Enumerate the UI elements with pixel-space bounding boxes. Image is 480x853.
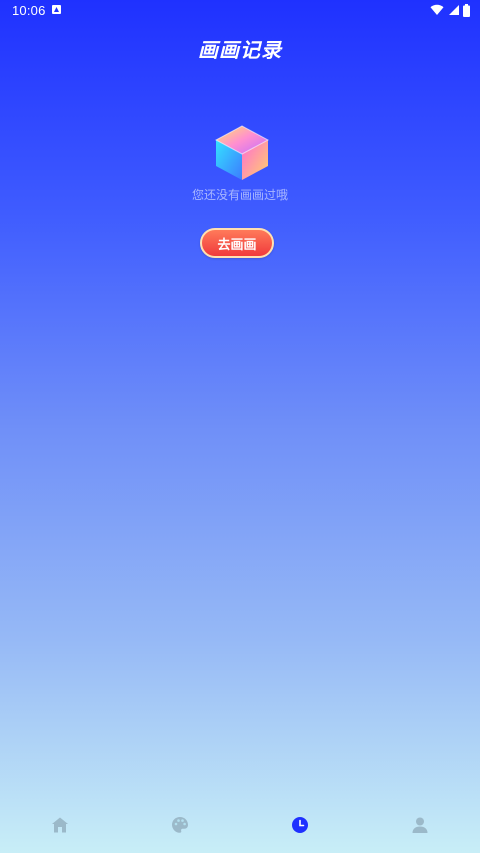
page-title: 画画记录 bbox=[198, 38, 282, 62]
nav-item-palette[interactable] bbox=[120, 806, 240, 853]
nav-item-profile[interactable] bbox=[360, 806, 480, 853]
nav-item-history[interactable] bbox=[240, 806, 360, 853]
go-draw-button[interactable]: 去画画 bbox=[200, 228, 274, 258]
signal-icon bbox=[449, 5, 459, 15]
palette-icon bbox=[172, 817, 188, 833]
clock-icon bbox=[292, 817, 308, 833]
empty-state-message: 您还没有画画过哦 bbox=[191, 188, 288, 202]
status-time: 10:06 bbox=[12, 3, 46, 18]
status-icons bbox=[430, 3, 470, 17]
nav-item-home[interactable] bbox=[0, 806, 120, 853]
status-bar: 10:06 bbox=[0, 0, 480, 22]
home-icon bbox=[52, 817, 68, 833]
gem-cube-icon bbox=[214, 125, 270, 180]
person-icon bbox=[412, 817, 428, 833]
battery-icon bbox=[463, 3, 470, 17]
bottom-nav bbox=[0, 806, 480, 853]
wifi-icon bbox=[430, 4, 444, 15]
app-notification-icon bbox=[52, 5, 61, 14]
